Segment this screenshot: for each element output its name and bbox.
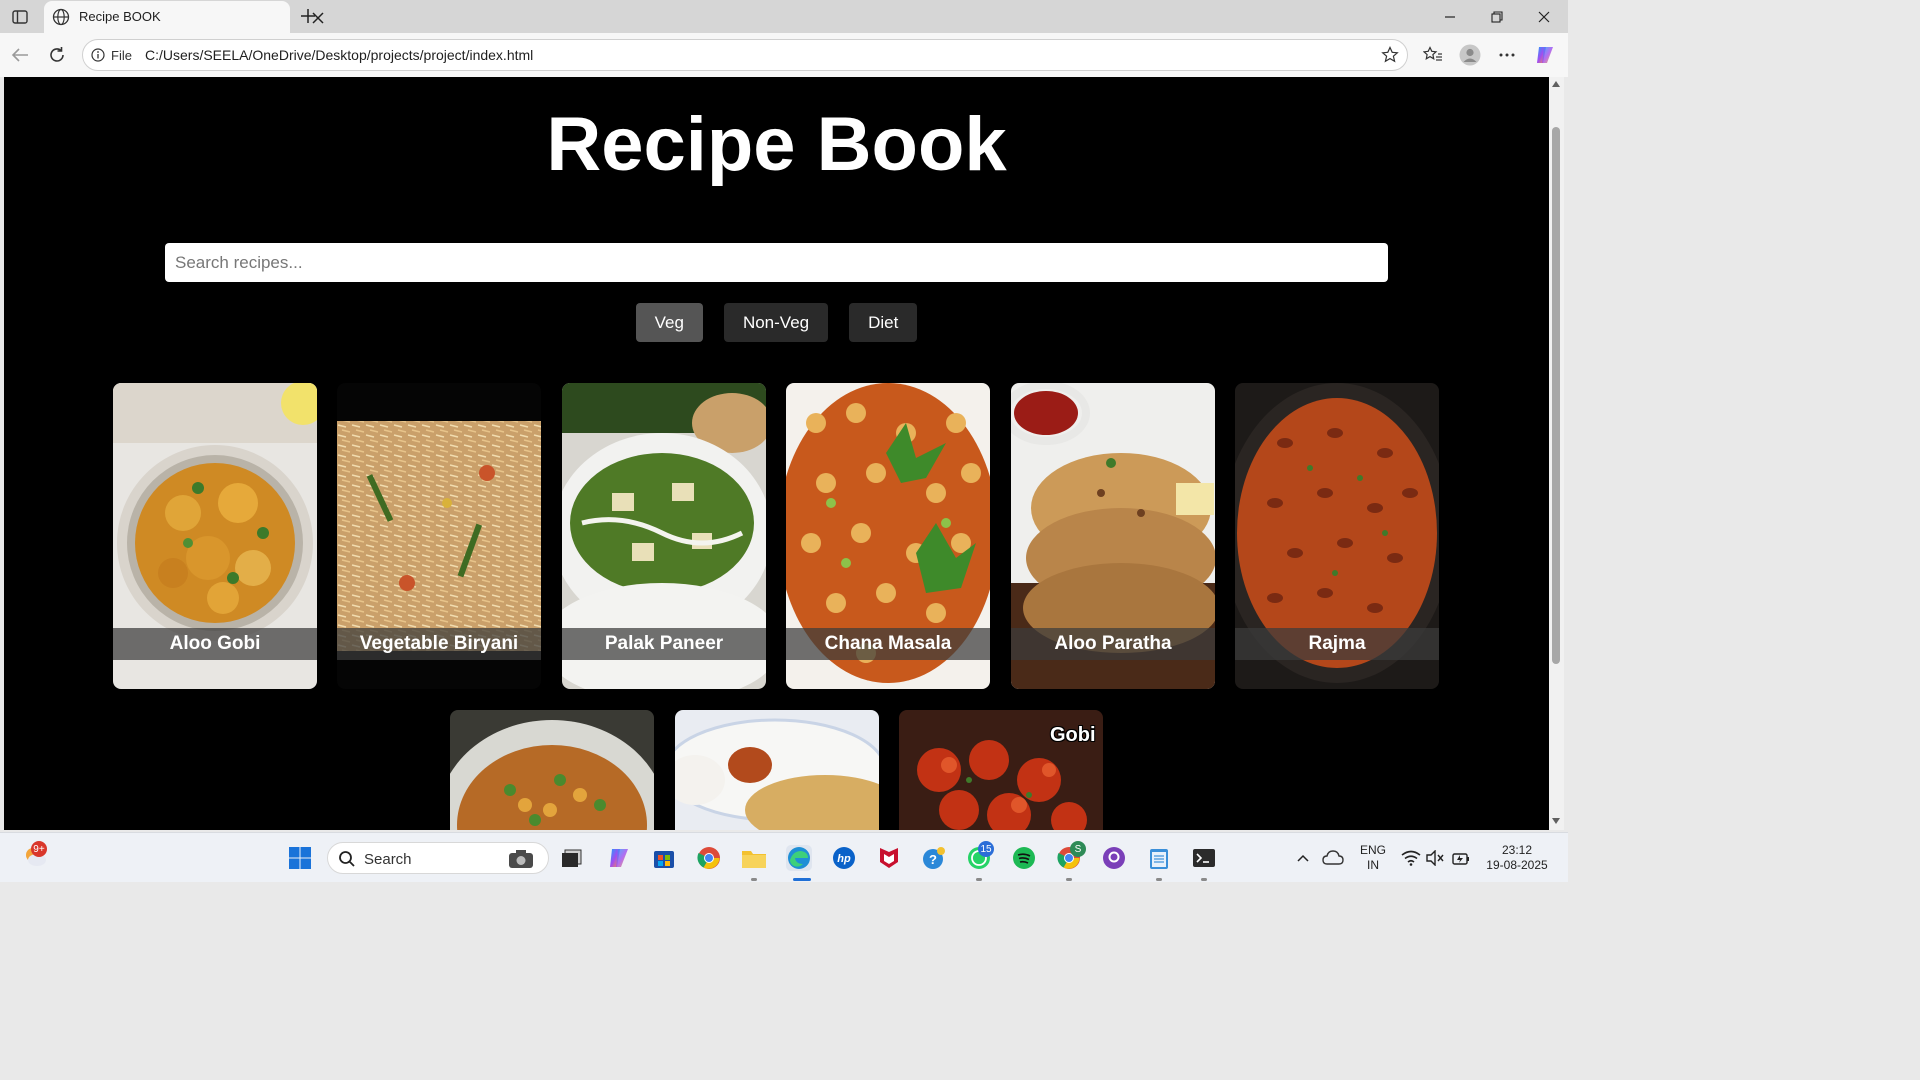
edge-icon[interactable] bbox=[786, 845, 812, 871]
address-bar[interactable]: File C:/Users/SEELA/OneDrive/Desktop/pro… bbox=[82, 39, 1408, 71]
favorite-star-icon[interactable] bbox=[1381, 46, 1399, 69]
site-info-icon[interactable] bbox=[91, 48, 105, 67]
clock[interactable]: 23:12 19-08-2025 bbox=[1481, 843, 1553, 873]
filter-non-veg-button[interactable]: Non-Veg bbox=[723, 303, 829, 342]
running-indicator bbox=[1201, 878, 1207, 881]
whatsapp-badge: 15 bbox=[978, 841, 994, 857]
favorites-icon[interactable] bbox=[1421, 43, 1445, 67]
address-file-label: File bbox=[111, 48, 132, 63]
more-options-icon[interactable] bbox=[1495, 43, 1519, 67]
recipe-card[interactable] bbox=[450, 710, 654, 830]
camera-icon bbox=[508, 849, 534, 874]
browser-tab[interactable]: Recipe BOOK bbox=[44, 1, 324, 33]
clock-time: 23:12 bbox=[1501, 843, 1533, 857]
filter-buttons: Veg Non-Veg Diet bbox=[4, 303, 1549, 342]
new-tab-icon[interactable] bbox=[297, 5, 319, 27]
recipe-search-input[interactable] bbox=[165, 243, 1388, 282]
spotify-icon[interactable] bbox=[1011, 845, 1037, 871]
language-code: ENG bbox=[1359, 843, 1386, 857]
recipe-card[interactable]: Vegetable Biryani bbox=[337, 383, 541, 689]
help-icon[interactable]: ? bbox=[921, 845, 947, 871]
taskbar-search[interactable]: Search bbox=[327, 842, 549, 874]
recipe-name: Vegetable Biryani bbox=[359, 633, 519, 654]
refresh-icon[interactable] bbox=[45, 43, 69, 67]
filter-veg-button[interactable]: Veg bbox=[635, 303, 703, 342]
mcafee-icon[interactable] bbox=[876, 845, 902, 871]
scroll-down-icon[interactable] bbox=[1552, 818, 1560, 824]
recipe-card[interactable]: Chana Masala bbox=[786, 383, 990, 689]
recipe-card[interactable]: Gobi bbox=[899, 710, 1103, 830]
tab-actions-icon[interactable] bbox=[8, 6, 32, 28]
weather-badge: 9+ bbox=[31, 841, 47, 857]
svg-text:?: ? bbox=[929, 852, 937, 867]
windows-taskbar: 9+ Search hp ? 15 S ENG IN 23:12 19-08-2… bbox=[0, 832, 1568, 882]
scroll-up-icon[interactable] bbox=[1552, 81, 1560, 87]
wifi-icon[interactable] bbox=[1398, 845, 1424, 871]
running-indicator bbox=[1066, 878, 1072, 881]
copilot-taskbar-icon[interactable] bbox=[606, 845, 632, 871]
battery-icon[interactable] bbox=[1448, 845, 1474, 871]
recipe-name: Aloo Gobi bbox=[169, 633, 261, 654]
back-icon[interactable] bbox=[8, 43, 32, 67]
recipe-name: Rajma bbox=[1308, 633, 1366, 654]
github-icon[interactable] bbox=[1101, 845, 1127, 871]
recipe-card[interactable]: Aloo Paratha bbox=[1011, 383, 1215, 689]
recipe-card[interactable]: Palak Paneer bbox=[562, 383, 766, 689]
address-url[interactable]: C:/Users/SEELA/OneDrive/Desktop/projects… bbox=[145, 47, 533, 63]
minimize-icon[interactable] bbox=[1438, 6, 1462, 28]
recipe-card[interactable] bbox=[675, 710, 879, 830]
page-viewport: Recipe Book Veg Non-Veg Diet Aloo Gobi bbox=[4, 77, 1549, 830]
recipe-card[interactable]: Rajma bbox=[1235, 383, 1439, 689]
speaker-muted-icon[interactable] bbox=[1422, 845, 1448, 871]
close-window-icon[interactable] bbox=[1532, 6, 1556, 28]
cloud-sync-icon[interactable] bbox=[1320, 845, 1346, 871]
tab-title: Recipe BOOK bbox=[79, 9, 161, 24]
tab-strip: Recipe BOOK bbox=[0, 0, 1568, 33]
recipe-name: Chana Masala bbox=[824, 633, 952, 654]
paratha-pickle-photo bbox=[675, 710, 879, 830]
browser-toolbar: File C:/Users/SEELA/OneDrive/Desktop/pro… bbox=[0, 33, 1568, 77]
store-icon[interactable] bbox=[651, 845, 677, 871]
recipe-name: Palak Paneer bbox=[604, 633, 724, 654]
search-icon bbox=[338, 850, 356, 873]
task-view-icon[interactable] bbox=[559, 845, 585, 871]
region-code: IN bbox=[1367, 858, 1379, 872]
globe-icon bbox=[52, 8, 70, 31]
chevron-up-icon[interactable] bbox=[1290, 845, 1316, 871]
chrome-icon[interactable] bbox=[696, 845, 722, 871]
filter-diet-button[interactable]: Diet bbox=[849, 303, 918, 342]
copilot-icon[interactable] bbox=[1533, 43, 1557, 67]
recipe-name: Aloo Paratha bbox=[1054, 633, 1172, 654]
running-indicator bbox=[976, 878, 982, 881]
profile-avatar-icon[interactable] bbox=[1458, 43, 1482, 67]
hp-icon[interactable]: hp bbox=[831, 845, 857, 871]
running-indicator bbox=[1156, 878, 1162, 881]
page-title: Recipe Book bbox=[546, 102, 1007, 187]
chrome-profile-badge: S bbox=[1070, 841, 1086, 857]
notepad-icon[interactable] bbox=[1146, 845, 1172, 871]
svg-text:hp: hp bbox=[837, 853, 851, 865]
start-windows-icon[interactable] bbox=[287, 845, 313, 871]
terminal-icon[interactable] bbox=[1191, 845, 1217, 871]
card-image-text: Gobi bbox=[1050, 724, 1096, 746]
taskbar-search-label: Search bbox=[364, 851, 412, 868]
file-explorer-icon[interactable] bbox=[741, 845, 767, 871]
running-indicator bbox=[751, 878, 757, 881]
active-indicator bbox=[793, 878, 811, 881]
mixed-veg-photo bbox=[450, 710, 654, 830]
language-indicator[interactable]: ENG IN bbox=[1356, 843, 1390, 873]
restore-icon[interactable] bbox=[1485, 6, 1509, 28]
recipe-card[interactable]: Aloo Gobi bbox=[113, 383, 317, 689]
clock-date: 19-08-2025 bbox=[1486, 858, 1548, 872]
scroll-thumb[interactable] bbox=[1552, 127, 1560, 664]
page-scrollbar[interactable] bbox=[1549, 77, 1564, 830]
